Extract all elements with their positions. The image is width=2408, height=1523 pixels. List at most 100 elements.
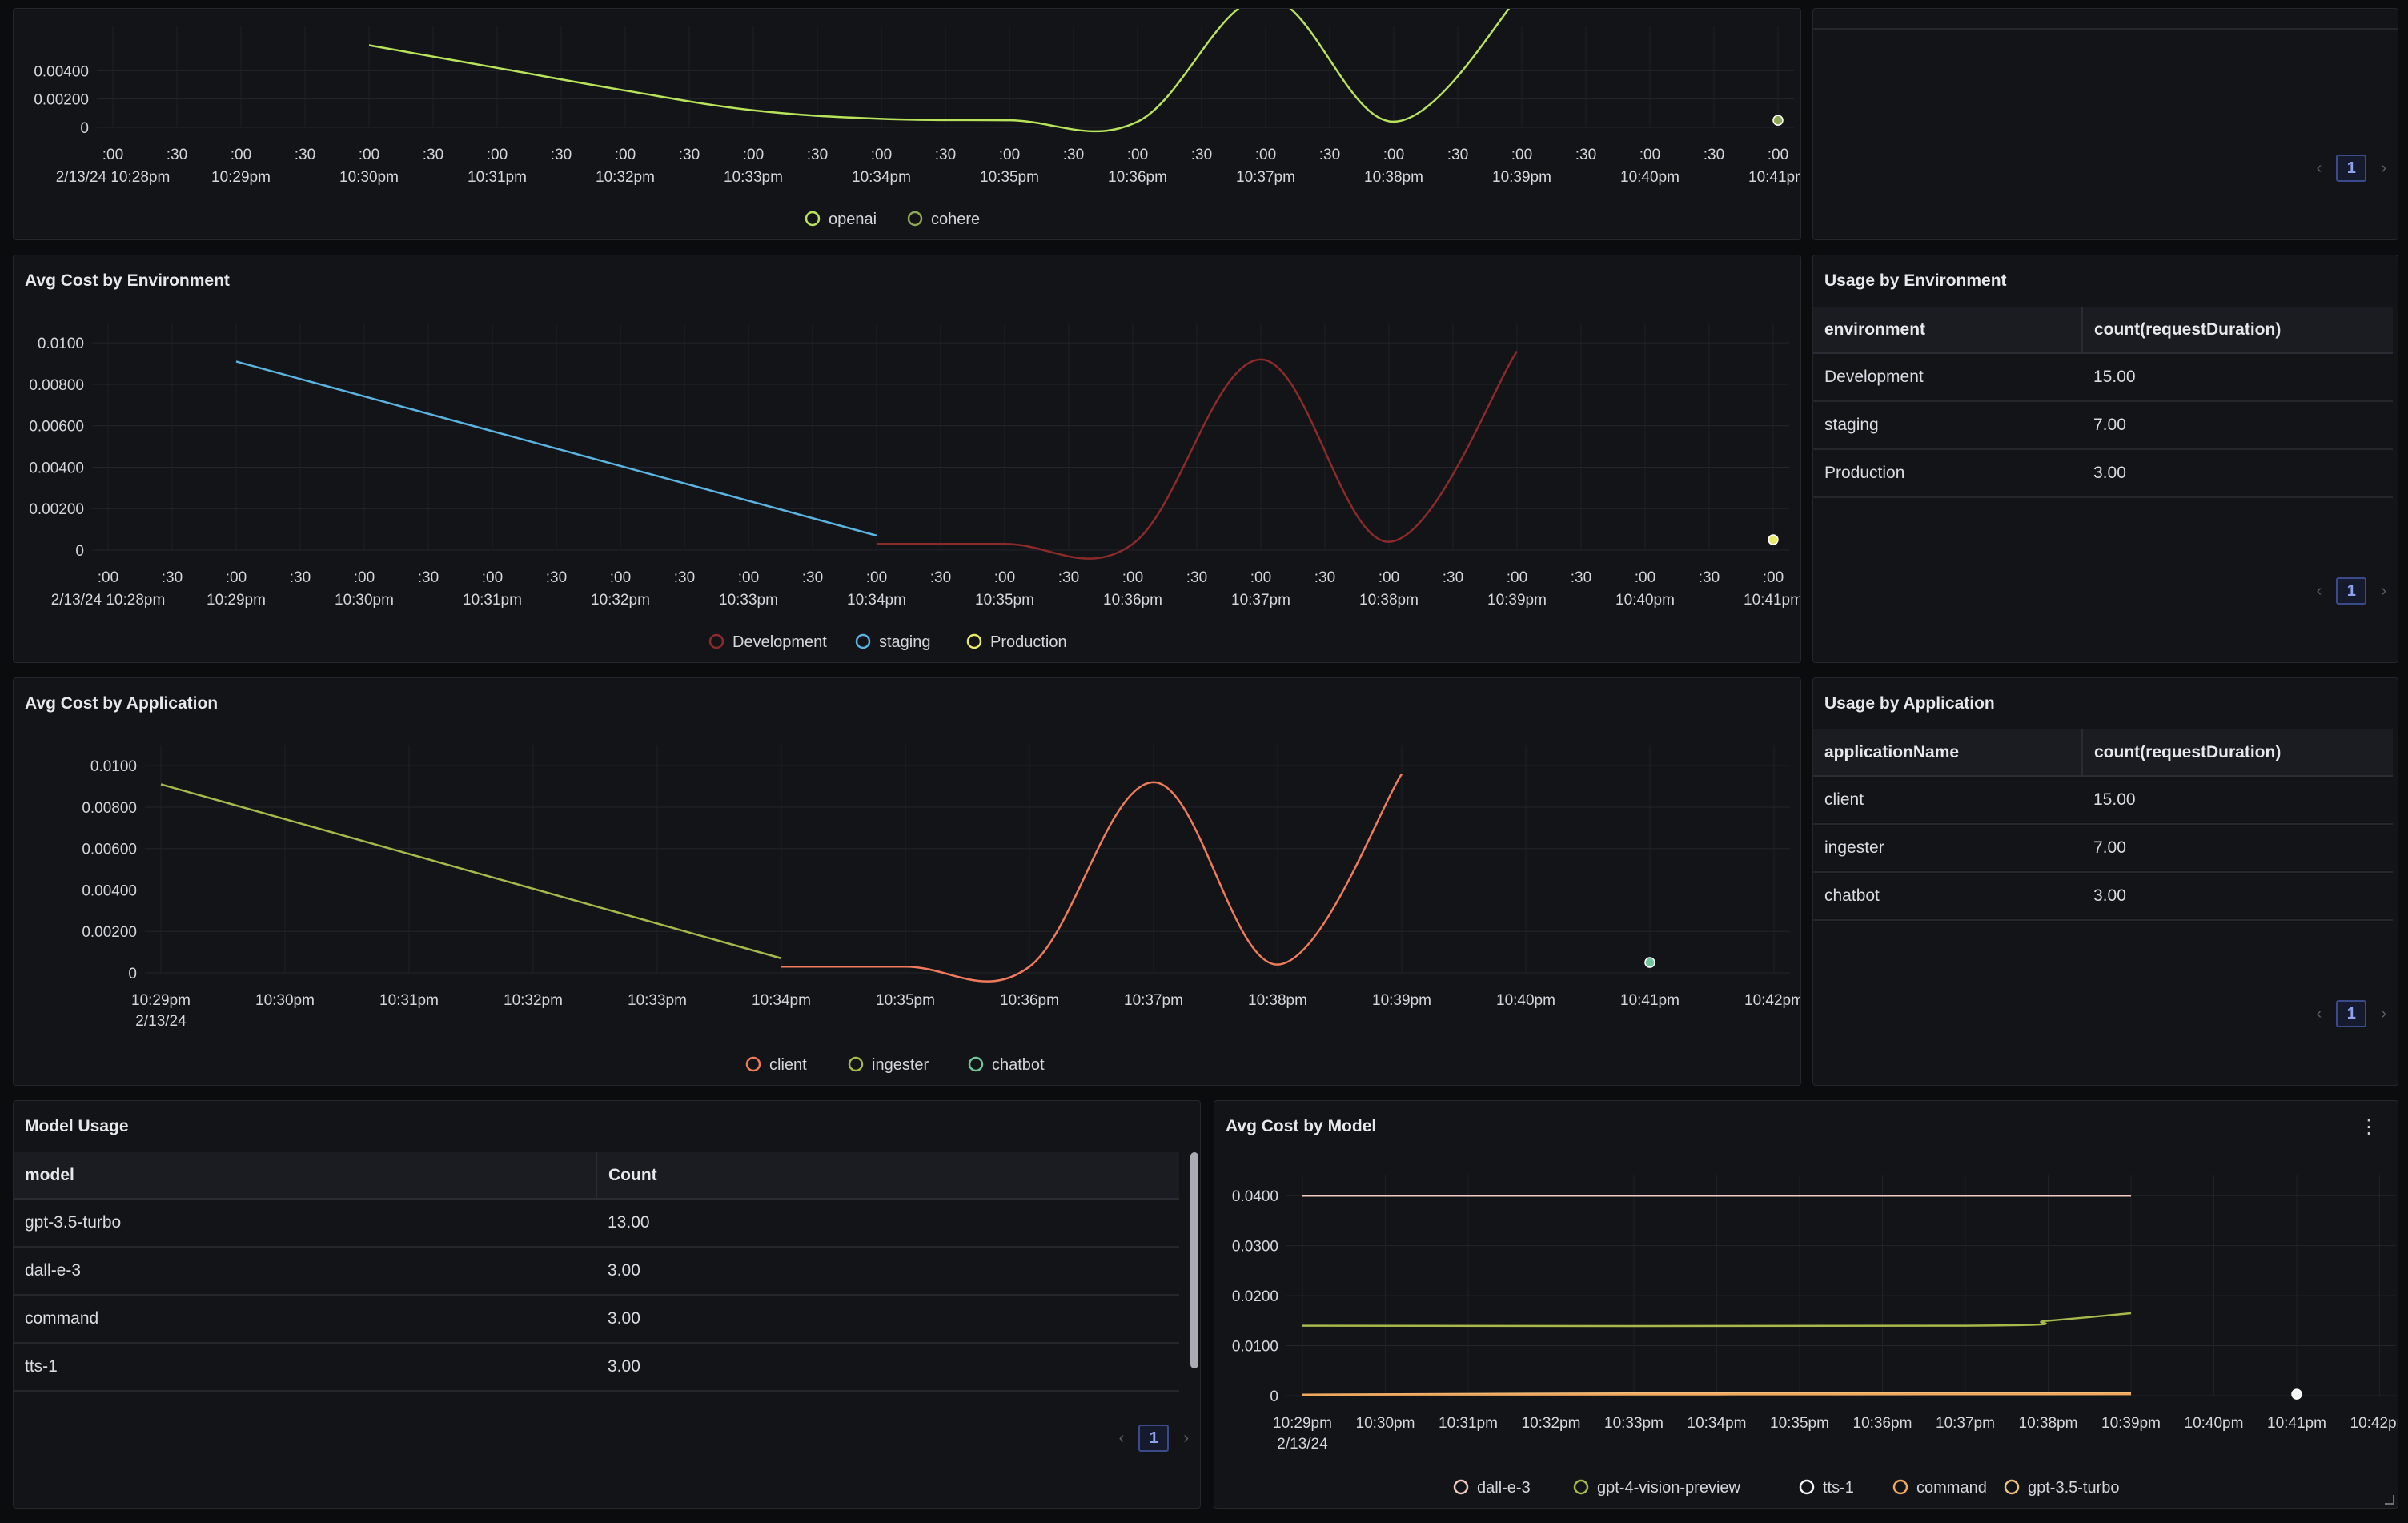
vertical-scrollbar[interactable] xyxy=(1190,1152,1198,1368)
table-cell: 3.00 xyxy=(2082,872,2393,921)
current-page-button[interactable]: 1 xyxy=(1138,1425,1170,1452)
next-page-icon[interactable]: › xyxy=(2381,582,2386,601)
x-tick-label: 10:34pm xyxy=(752,992,811,1009)
x-tick-label: :30 xyxy=(1575,147,1596,163)
x-tick-label: 2/13/24 10:28pm xyxy=(56,169,171,186)
x-tick-label: 10:30pm xyxy=(339,169,399,186)
x-tick-label: :30 xyxy=(1699,569,1720,586)
table-row[interactable]: gpt-3.5-turbo 13.00 xyxy=(14,1199,1179,1248)
prev-page-icon[interactable]: ‹ xyxy=(1119,1429,1125,1448)
x-tick-label: 10:30pm xyxy=(335,592,394,609)
x-tick-label: :30 xyxy=(551,147,572,163)
x-tick-label: :30 xyxy=(1319,147,1340,163)
table-row[interactable]: Production 3.00 xyxy=(1813,449,2393,498)
table-cell: 13.00 xyxy=(596,1199,1179,1248)
y-tick-label: 0.00400 xyxy=(82,882,137,899)
x-tick-label: :00 xyxy=(1507,569,1527,586)
legend-label: Development xyxy=(732,633,827,651)
x-tick-label: 10:39pm xyxy=(1372,992,1431,1009)
column-header-environment[interactable]: environment xyxy=(1813,307,2082,354)
current-page-button[interactable]: 1 xyxy=(2336,1000,2367,1027)
x-tick-label: 10:34pm xyxy=(852,169,911,186)
env-usage-table-panel: Usage by Environment environment count(r… xyxy=(1812,255,2398,663)
y-tick-label: 0.0200 xyxy=(1232,1288,1278,1305)
prev-page-icon[interactable]: ‹ xyxy=(2317,582,2322,601)
x-tick-label: :00 xyxy=(1127,147,1148,163)
legend-marker-gpt-3.5-turbo xyxy=(2004,1479,2020,1495)
x-tick-label: 10:38pm xyxy=(2019,1415,2078,1432)
table-cell: tts-1 xyxy=(14,1343,596,1392)
table-row[interactable]: staging 7.00 xyxy=(1813,401,2393,450)
table-row[interactable]: dall-e-3 3.00 xyxy=(14,1247,1179,1296)
next-page-icon[interactable]: › xyxy=(2381,159,2386,178)
x-tick-label: 10:33pm xyxy=(1604,1415,1664,1432)
table-cell: 7.00 xyxy=(2082,401,2393,450)
x-tick-label: 10:36pm xyxy=(1108,169,1167,186)
x-tick-label: 10:39pm xyxy=(1492,169,1551,186)
model-usage-table: model Count gpt-3.5-turbo 13.00 dall-e-3 3… xyxy=(14,1152,1179,1392)
legend-label: dall-e-3 xyxy=(1477,1479,1531,1497)
x-tick-label: 10:32pm xyxy=(504,992,563,1009)
env-cost-chart: 0.0100 0.00800 0.00600 0.00400 0.00200 0:00:3… xyxy=(29,323,1800,651)
pagination: ‹ 1 › xyxy=(2317,155,2386,182)
x-tick-label: :30 xyxy=(935,147,956,163)
y-tick-label: 0.0100 xyxy=(38,336,84,352)
column-header-application-name[interactable]: applicationName xyxy=(1813,729,2082,777)
series-point-chatbot xyxy=(1644,957,1656,968)
y-tick-label: 0.00400 xyxy=(29,460,84,476)
provider-cost-chart-panel: 0.00400 0.00200 0:00:30:00:30:00:30:00:30:… xyxy=(13,8,1801,240)
table-cell: chatbot xyxy=(1813,872,2082,921)
table-cell: 3.00 xyxy=(596,1247,1179,1296)
env-cost-chart-panel: Avg Cost by Environment 0.0100 0.00800 0.0… xyxy=(13,255,1801,663)
x-tick-label: 10:38pm xyxy=(1359,592,1419,609)
table-row[interactable]: Development 15.00 xyxy=(1813,353,2393,402)
table-row[interactable]: chatbot 3.00 xyxy=(1813,872,2393,921)
x-tick-label: :30 xyxy=(1447,147,1468,163)
y-tick-label: 0.00200 xyxy=(29,501,84,518)
resize-handle-icon[interactable] xyxy=(2385,1495,2394,1505)
x-tick-label: :00 xyxy=(1763,569,1784,586)
legend-label: tts-1 xyxy=(1823,1479,1854,1497)
column-header-count[interactable]: count(requestDuration) xyxy=(2081,307,2393,354)
legend-label: command xyxy=(1916,1479,1987,1497)
table-row[interactable]: client 15.00 xyxy=(1813,776,2393,825)
x-tick-label: 10:41pm xyxy=(2267,1415,2326,1432)
x-tick-label: :30 xyxy=(679,147,700,163)
y-tick-label: 0.0400 xyxy=(1232,1188,1278,1205)
x-tick-label: 10:39pm xyxy=(2101,1415,2161,1432)
series-point-Production xyxy=(1768,534,1779,545)
x-tick-label: :00 xyxy=(231,147,251,163)
pagination: ‹ 1 › xyxy=(1119,1425,1189,1452)
legend-marker-staging xyxy=(855,633,871,649)
x-tick-label: 10:38pm xyxy=(1364,169,1423,186)
next-page-icon[interactable]: › xyxy=(1183,1429,1189,1448)
x-tick-label: 10:33pm xyxy=(724,169,783,186)
x-tick-label: :00 xyxy=(866,569,887,586)
pagination: ‹ 1 › xyxy=(2317,1000,2386,1027)
x-tick-label: 10:32pm xyxy=(591,592,650,609)
table-cell: 3.00 xyxy=(596,1295,1179,1344)
series-point-cohere xyxy=(1772,115,1784,126)
x-tick-label: 10:41pm xyxy=(1748,169,1801,186)
x-tick-label: :00 xyxy=(738,569,759,586)
table-row[interactable]: ingester 7.00 xyxy=(1813,824,2393,873)
x-tick-label: :00 xyxy=(994,569,1015,586)
column-header-count[interactable]: count(requestDuration) xyxy=(2081,729,2393,777)
y-tick-label: 0 xyxy=(1270,1388,1278,1405)
column-header-count[interactable]: Count xyxy=(596,1152,1179,1200)
x-tick-label: :30 xyxy=(674,569,695,586)
x-tick-label: :00 xyxy=(1768,147,1788,163)
x-tick-label: :30 xyxy=(290,569,311,586)
x-tick-label: :00 xyxy=(743,147,764,163)
table-row[interactable]: command 3.00 xyxy=(14,1295,1179,1344)
current-page-button[interactable]: 1 xyxy=(2336,155,2367,182)
next-page-icon[interactable]: › xyxy=(2381,1005,2386,1023)
column-header-model[interactable]: model xyxy=(14,1152,596,1200)
prev-page-icon[interactable]: ‹ xyxy=(2317,1005,2322,1023)
table-cell: gpt-3.5-turbo xyxy=(14,1199,596,1248)
current-page-button[interactable]: 1 xyxy=(2336,577,2367,605)
table-row[interactable]: tts-1 3.00 xyxy=(14,1343,1179,1392)
legend-marker-chatbot xyxy=(968,1056,984,1072)
x-tick-label: :30 xyxy=(1571,569,1591,586)
prev-page-icon[interactable]: ‹ xyxy=(2317,159,2322,178)
